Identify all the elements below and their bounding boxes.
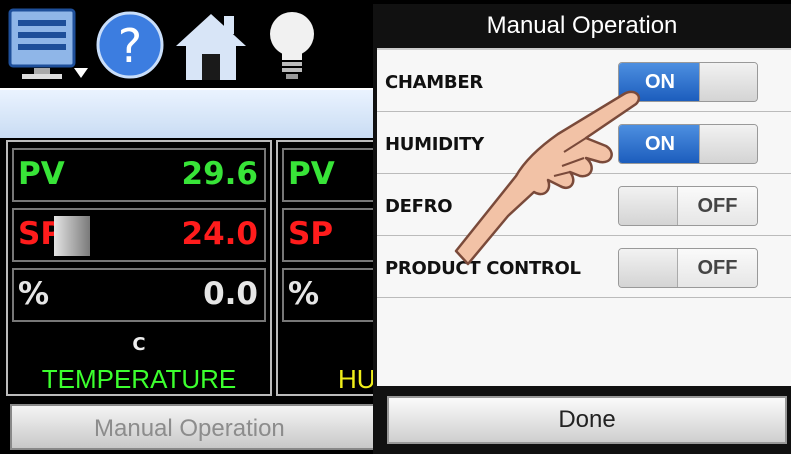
percent-label: % <box>18 276 50 312</box>
percent-output-row: % 0.0 <box>12 268 266 322</box>
sp-output-bar <box>54 216 90 256</box>
manual-operation-button[interactable]: Manual Operation <box>10 404 376 450</box>
toggle-state: OFF <box>677 249 757 287</box>
dialog-title: Manual Operation <box>486 12 678 39</box>
sp-value[interactable]: 24.0 <box>182 216 259 252</box>
percent-label: % <box>288 276 320 312</box>
toggle-knob <box>699 125 757 163</box>
pv-row: PV 29.6 <box>12 148 266 202</box>
lightbulb-icon[interactable] <box>262 8 322 82</box>
sp-label: SP <box>288 216 334 252</box>
op-label: DEFRO <box>385 196 453 217</box>
monitor-menu-icon[interactable] <box>8 8 90 82</box>
loop-name: TEMPERATURE <box>41 364 237 394</box>
manual-operation-label: Manual Operation <box>94 415 285 442</box>
pv-label: PV <box>288 156 335 192</box>
done-button[interactable]: Done <box>387 396 787 444</box>
svg-text:?: ? <box>118 19 142 73</box>
help-icon[interactable]: ? <box>95 8 165 82</box>
home-icon[interactable] <box>172 8 250 82</box>
sp-row[interactable]: SP 24.0 <box>12 208 266 262</box>
units-label: C <box>132 334 146 355</box>
toggle-knob <box>699 63 757 101</box>
pointing-hand-icon <box>454 90 641 266</box>
percent-value: 0.0 <box>203 276 258 312</box>
pv-value: 29.6 <box>181 156 259 192</box>
toggle-state: OFF <box>677 187 757 225</box>
loop-panel-temperature[interactable]: PV 29.6 SP 24.0 % 0.0 C TEMPERATURE <box>6 140 272 396</box>
pv-label: PV <box>18 156 65 192</box>
